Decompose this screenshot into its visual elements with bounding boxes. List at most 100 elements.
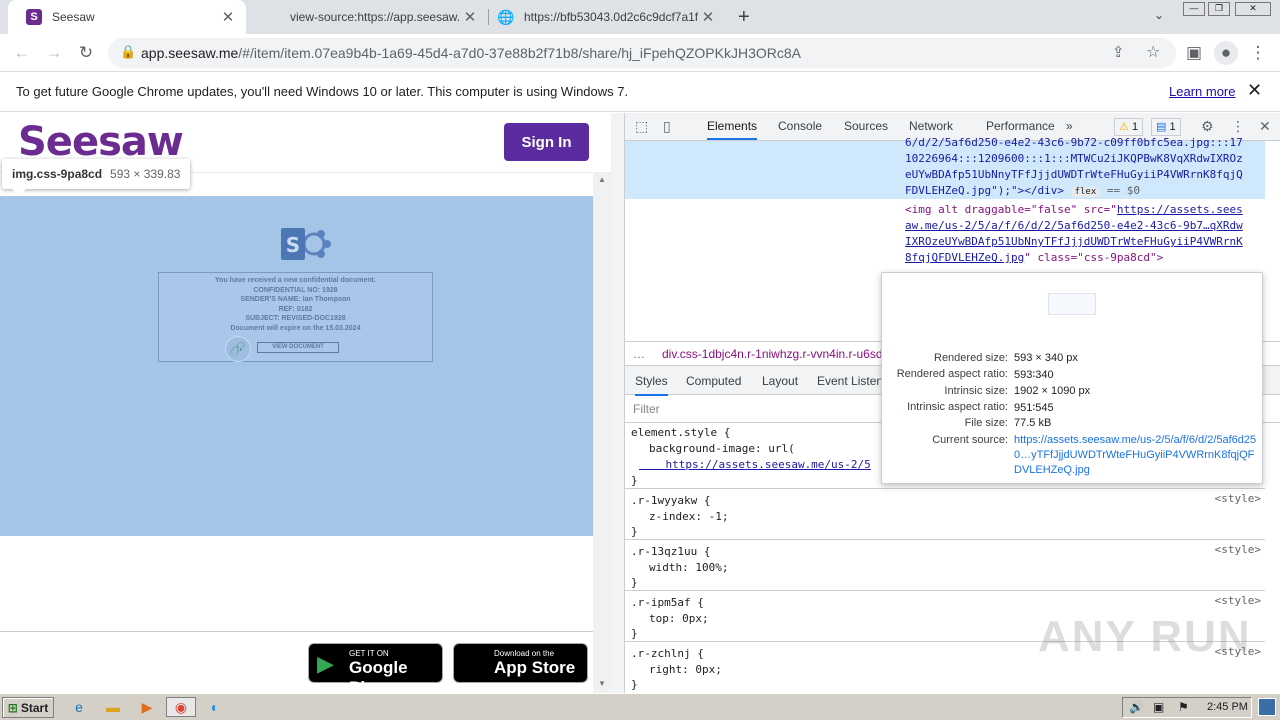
element-line: 6/d/2/5af6d250-e4e2-43c6-9b72-c09ff0bfc5…	[905, 136, 1243, 149]
popup-key: File size:	[964, 417, 1008, 429]
image-preview-popup: Rendered size: 593 × 340 px Rendered aspe…	[881, 272, 1263, 484]
volume-icon[interactable]: 🔊	[1129, 700, 1144, 714]
tab-network[interactable]: Network	[909, 119, 953, 133]
rule-source[interactable]: <style>	[1215, 593, 1261, 609]
share-icon[interactable]: ⇪	[1112, 43, 1125, 61]
close-infobar-icon[interactable]: ✕	[1247, 80, 1262, 101]
rule-end: }	[631, 678, 638, 691]
google-play-small: GET IT ON	[349, 649, 389, 658]
app-store-small: Download on the	[494, 649, 555, 658]
current-source-link[interactable]: https://assets.seesaw.me/us-2/5/a/f/6/d/…	[1014, 433, 1259, 478]
restore-button[interactable]: ❐	[1208, 2, 1230, 16]
tab-elements[interactable]: Elements	[707, 119, 758, 140]
rule-source[interactable]: <style>	[1215, 542, 1261, 558]
start-button[interactable]: ⊞ Start	[2, 697, 54, 718]
tab-styles[interactable]: Styles	[635, 374, 668, 396]
view-document-button: VIEW DOCUMENT	[257, 342, 339, 353]
tab-view-source[interactable]: view-source:https://app.seesaw.me ✕	[250, 0, 488, 34]
rule-url-link[interactable]: https://assets.seesaw.me/us-2/5	[639, 457, 870, 473]
messages-badge[interactable]: ▤ 1	[1151, 118, 1181, 136]
tab-console[interactable]: Console	[778, 119, 822, 133]
page-scrollbar[interactable]: ▲ ▼	[593, 173, 611, 693]
ie-icon[interactable]: e	[68, 697, 90, 717]
more-tabs-button[interactable]: »	[1066, 119, 1073, 133]
tab-divider	[488, 9, 489, 25]
tab-performance[interactable]: Performance	[986, 119, 1055, 133]
url-host: app.seesaw.me	[141, 45, 239, 61]
show-desktop-icon[interactable]	[1258, 698, 1276, 716]
devtools-splitter[interactable]	[611, 113, 624, 693]
breadcrumb-more[interactable]: …	[633, 347, 645, 361]
app-store-badge[interactable]: Download on the App Store	[453, 643, 588, 683]
settings-gear-icon[interactable]: ⚙	[1201, 118, 1214, 135]
menu-dots-icon[interactable]: ⋮	[1246, 41, 1270, 65]
tab-seesaw[interactable]: S Seesaw ✕	[8, 0, 246, 34]
doc-line: SUBJECT: REVISED-DOC1928	[245, 315, 346, 323]
new-tab-button[interactable]: +	[738, 6, 750, 29]
img-element-line[interactable]: <img alt draggable="false" src="https://…	[905, 202, 1280, 218]
google-play-badge[interactable]: ▶ GET IT ON Google Play	[308, 643, 443, 697]
img-src-link[interactable]: https://assets.sees	[1117, 203, 1243, 216]
flex-badge[interactable]: flex	[1070, 187, 1101, 197]
img-src-link[interactable]: aw.me/us-2/5/a/f/6/d/2/5af6d250-e4e2-43c…	[905, 218, 1280, 234]
scroll-up-icon[interactable]: ▲	[598, 175, 606, 184]
folder-icon[interactable]: ▬	[102, 697, 124, 717]
minimize-button[interactable]: —	[1183, 2, 1205, 16]
message-icon: ▤	[1156, 121, 1167, 133]
flag-icon[interactable]: ⚑	[1178, 700, 1189, 714]
image-thumbnail	[1048, 293, 1096, 315]
device-toolbar-icon[interactable]: ▯	[663, 118, 671, 135]
close-devtools-icon[interactable]: ✕	[1259, 118, 1271, 135]
forward-icon[interactable]: →	[42, 41, 66, 65]
tab-layout[interactable]: Layout	[762, 374, 798, 388]
warning-count: 1	[1131, 121, 1139, 133]
tab-bfb53043[interactable]: 🌐 https://bfb53043.0d2c6c9dcf7a1fc6 ✕	[490, 0, 726, 34]
rule-source[interactable]: <style>	[1215, 491, 1261, 507]
tab-computed[interactable]: Computed	[686, 374, 741, 388]
lock-icon[interactable]: 🔒	[120, 44, 136, 60]
warnings-badge[interactable]: ⚠ 1	[1114, 118, 1144, 136]
popup-key: Intrinsic aspect ratio:	[907, 401, 1008, 413]
element-line: eUYwBDAfp51UbNnyTFfJjjdUWDTrWteFHuGyiiP4…	[905, 168, 1243, 181]
windows-logo-icon: ⊞	[7, 700, 18, 715]
devtools-menu-icon[interactable]: ⋮	[1231, 118, 1245, 135]
style-rule[interactable]: .r-13qz1uu { <style> width: 100%; }	[625, 540, 1265, 591]
doc-line: SENDER'S NAME: Ian Thompson	[240, 296, 351, 304]
close-window-button[interactable]: ✕	[1235, 2, 1271, 16]
popup-value: 1902 × 1090 px	[1014, 385, 1091, 397]
browser-toolbar: ← → ↻ 🔒 app.seesaw.me/#/item/item.07ea9b…	[0, 34, 1280, 72]
rule-end: }	[631, 525, 638, 538]
elements-scrollbar[interactable]	[1265, 141, 1280, 341]
back-icon[interactable]: ←	[10, 41, 34, 65]
infobar-message: To get future Google Chrome updates, you…	[16, 84, 629, 99]
media-player-icon[interactable]: ▶	[136, 697, 158, 717]
tab-sources[interactable]: Sources	[844, 119, 888, 133]
network-icon[interactable]: ▣	[1153, 700, 1164, 714]
rule-end: }	[631, 576, 638, 589]
edge-icon[interactable]: ◐	[204, 697, 226, 717]
close-tab-icon[interactable]: ✕	[698, 8, 718, 26]
breadcrumb-node[interactable]: div.css-1dbjc4n.r-1niwhzg.r-vvn4in.r-u6s…	[662, 347, 889, 361]
rule-prop: background-image: url(	[649, 442, 795, 455]
tab-search-icon[interactable]: ⌄	[1154, 8, 1164, 22]
sign-in-button[interactable]: Sign In	[504, 123, 589, 161]
element-line[interactable]: FDVLEHZeQ.jpg");"></div> flex == $0	[905, 183, 1280, 200]
img-src-link[interactable]: 8fqjQFDVLEHZeQ.jpg	[905, 251, 1024, 264]
learn-more-link[interactable]: Learn more	[1169, 84, 1235, 99]
img-src-link[interactable]: IXROzeUYwBDAfp51UbNnyTFfJjjdUWDTrWteFHuG…	[905, 234, 1280, 250]
reload-icon[interactable]: ↻	[74, 41, 98, 65]
rule-selector: .r-ipm5af {	[631, 596, 704, 609]
scroll-down-icon[interactable]: ▼	[598, 679, 606, 688]
close-tab-icon[interactable]: ✕	[460, 8, 480, 26]
bookmark-star-icon[interactable]: ☆	[1146, 42, 1160, 62]
address-bar[interactable]: 🔒 app.seesaw.me/#/item/item.07ea9b4b-1a6…	[108, 38, 1176, 68]
inspect-element-icon[interactable]: ⬚	[635, 118, 648, 135]
close-tab-icon[interactable]: ✕	[218, 8, 238, 26]
url-text: app.seesaw.me/#/item/item.07ea9b4b-1a69-…	[141, 45, 801, 61]
side-panel-icon[interactable]: ▣	[1182, 41, 1206, 65]
element-line: 10226964:::1209600:::1:::MTWCu2iJKQPBwK8…	[905, 152, 1243, 165]
style-rule[interactable]: .r-1wyyakw { <style> z-index: -1; }	[625, 489, 1265, 540]
profile-icon[interactable]: ●	[1214, 41, 1238, 65]
chrome-icon[interactable]: ◉	[166, 697, 196, 717]
filter-placeholder: Filter	[633, 402, 660, 416]
